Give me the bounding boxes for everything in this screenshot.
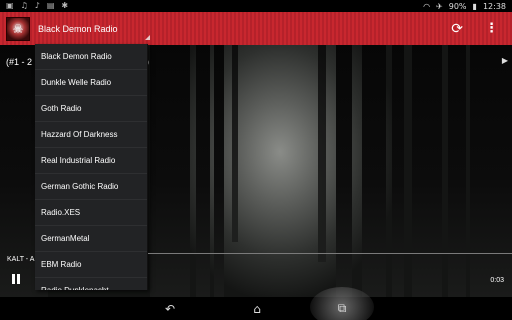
app-bar: ☠ Black Demon Radio ⟳ ⋮ [0,12,512,45]
station-spinner[interactable]: Black Demon Radio [38,15,150,43]
station-spinner-label: Black Demon Radio [38,23,118,34]
station-item[interactable]: GermanMetal [35,226,147,252]
back-icon[interactable]: ↶ [158,297,182,320]
station-item[interactable]: EBM Radio [35,252,147,278]
sd-card-icon: ▤ [46,1,55,10]
image-icon: ▣ [6,1,14,10]
app-logo-icon: ☠ [6,16,30,41]
status-bar: ▣ ♫ ♪ ▤ ✱ ◠ ✈ 90% ▮ 12:38 [0,0,512,12]
overflow-menu-icon[interactable]: ⋮ [485,21,498,36]
wifi-icon: ◠ [423,1,431,11]
pause-button[interactable] [12,274,22,284]
station-item[interactable]: Radio Dunklenacht [35,278,147,290]
station-item[interactable]: Radio.XES [35,200,147,226]
navigation-bar: ↶ ⌂ [0,297,512,320]
refresh-icon[interactable]: ⟳ [451,22,463,36]
elapsed-time: 0:03 [490,277,504,284]
station-item[interactable]: Real Industrial Radio [35,148,147,174]
music-note-icon: ♪ [34,1,40,10]
now-playing-label: KALT - A [7,256,35,263]
bug-icon: ✱ [61,1,69,10]
battery-icon: ▮ [472,1,477,11]
spinner-caret-icon [145,34,150,40]
station-item[interactable]: German Gothic Radio [35,174,147,200]
music-note-icon: ♫ [20,1,28,10]
pause-icon [12,274,15,284]
airplane-icon: ✈ [436,1,443,11]
side-play-icon[interactable]: ▶ [502,56,508,65]
station-item[interactable]: Goth Radio [35,96,147,122]
progress-bar[interactable] [148,253,512,254]
home-icon[interactable]: ⌂ [245,297,269,320]
station-item[interactable]: Dunkle Welle Radio [35,70,147,96]
clock: 12:38 [482,1,506,11]
recents-icon[interactable]: ⧉ [330,297,354,320]
station-item[interactable]: Black Demon Radio [35,44,147,70]
song-title: (#1 - 2 [6,57,33,67]
station-dropdown: Black Demon Radio Dunkle Welle Radio Got… [35,44,148,290]
station-item[interactable]: Hazzard Of Darkness [35,122,147,148]
battery-level: 90% [448,1,467,11]
